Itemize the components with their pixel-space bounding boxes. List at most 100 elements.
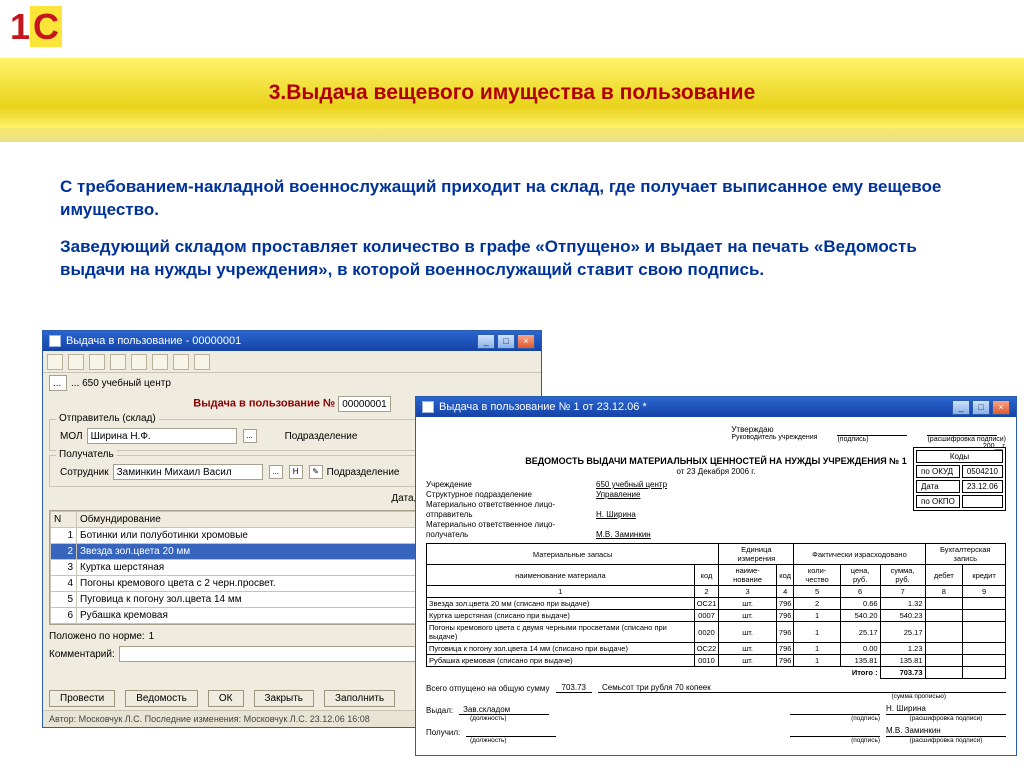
mol-label: МОЛ [60, 431, 83, 442]
toolbar [43, 351, 541, 373]
role-hint: (должность) [470, 715, 507, 722]
vedomost-button[interactable]: Ведомость [125, 690, 198, 707]
name-line [927, 425, 997, 436]
tool-icon[interactable] [194, 354, 210, 370]
total-num: 703.73 [556, 683, 592, 693]
paragraph-1: С требованием-накладной военнослужащий п… [60, 176, 964, 222]
total-label: Итого : [852, 668, 878, 677]
issued-role: Зав.складом [463, 705, 510, 714]
tool-icon[interactable] [173, 354, 189, 370]
table-row: Куртка шерстяная (списано при выдаче)000… [427, 610, 1006, 622]
signature-line [837, 425, 907, 436]
col-item[interactable]: Обмундирование [77, 512, 474, 528]
close-form-button[interactable]: Закрыть [254, 690, 315, 707]
h-price: цена, руб. [840, 565, 880, 586]
sig-line [790, 726, 880, 737]
h-sum: сумма, руб. [880, 565, 925, 586]
table-row: Звезда зол.цвета 20 мм (списано при выда… [427, 598, 1006, 610]
page-title: 3.Выдача вещевого имущества в пользовани… [269, 81, 756, 105]
total-line-label: Всего отпущено на общую сумму [426, 684, 550, 693]
app-icon [49, 335, 61, 347]
okud-val: 0504210 [962, 465, 1003, 478]
h-qty: коли-чество [794, 565, 840, 586]
fill-button[interactable]: Заполнить [324, 690, 395, 707]
slide-header: 3.Выдача вещевого имущества в пользовани… [0, 58, 1024, 128]
h-code: код [694, 565, 719, 586]
tool-icon[interactable] [68, 354, 84, 370]
employee-field[interactable]: Заминкин Михаил Васил [113, 464, 263, 480]
mol1-v: Н. Ширина [596, 510, 636, 519]
issued-name: Н. Ширина [886, 704, 1006, 715]
logo-1c: 1C [10, 6, 80, 54]
norm-label: Положено по норме: [49, 631, 145, 642]
org-v: 650 учебный центр [596, 480, 667, 489]
codes-box: Коды по ОКУД0504210 Дата23.12.06 по ОКПО [913, 447, 1006, 511]
received-label: Получил: [426, 728, 460, 737]
sig-hint: (подпись) [851, 737, 880, 744]
issued-label: Выдал: [426, 706, 453, 715]
tool-icon[interactable] [131, 354, 147, 370]
received-name: М.В. Заминкин [886, 726, 1006, 737]
date-lbl: Дата [916, 480, 960, 493]
mol2-k: Материально ответственное лицо-получател… [426, 520, 596, 540]
role-line [466, 726, 556, 737]
maximize-button[interactable]: □ [972, 400, 990, 415]
hg-ei: Единица измерения [719, 544, 794, 565]
approve-label: Утверждаю [731, 425, 773, 434]
table-row: Погоны кремового цвета с двумя черными п… [427, 622, 1006, 643]
body-text: С требованием-накладной военнослужащий п… [60, 170, 964, 296]
doc-title-text: Выдача в пользование № [193, 398, 335, 410]
col-n[interactable]: N [51, 512, 77, 528]
ellipsis-button[interactable]: ... [49, 375, 67, 391]
name-hint: (расшифровка подписи) [886, 715, 1006, 722]
lookup-button[interactable]: ... [243, 429, 257, 443]
lookup-button[interactable]: ... [269, 465, 283, 479]
mol-field[interactable]: Ширина Н.Ф. [87, 428, 237, 444]
tool-icon[interactable] [152, 354, 168, 370]
doc-number-field[interactable]: 00000001 [338, 396, 391, 412]
mol1-k: Материально ответственное лицо-отправите… [426, 500, 596, 520]
tool-icon[interactable] [110, 354, 126, 370]
div-k: Структурное подразделение [426, 490, 596, 500]
codes-header: Коды [916, 450, 1003, 463]
ok-button[interactable]: ОК [208, 690, 244, 707]
group-label: Получатель [56, 449, 117, 460]
titlebar[interactable]: Выдача в пользование № 1 от 23.12.06 * _… [416, 397, 1016, 417]
tool-icon[interactable] [89, 354, 105, 370]
h-credit: кредит [963, 565, 1006, 586]
provesti-button[interactable]: Провести [49, 690, 115, 707]
window-title: Выдача в пользование - 00000001 [66, 335, 241, 347]
action-button[interactable]: H [289, 465, 303, 479]
org-k: Учреждение [426, 480, 596, 490]
paragraph-2: Заведующий складом проставляет количеств… [60, 236, 964, 282]
table-row: Пуговица к погону зол.цвета 14 мм (списа… [427, 643, 1006, 655]
subdivision-label-2: Подразделение [327, 467, 400, 478]
action-button[interactable]: ✎ [309, 465, 323, 479]
h-debit: дебет [925, 565, 963, 586]
close-button[interactable]: × [517, 334, 535, 349]
hg-bz: Бухгалтерская запись [925, 544, 1005, 565]
received-row: Получил: М.В. Заминкин [426, 726, 1006, 737]
report-table: Материальные запасы Единица измерения Фа… [426, 543, 1006, 679]
total-words: Семьсот три рубля 70 копеек [598, 683, 1006, 693]
okpo-val [962, 495, 1003, 508]
titlebar[interactable]: Выдача в пользование - 00000001 _ □ × [43, 331, 541, 351]
words-hint: (сумма прописью) [426, 693, 1006, 700]
name-hint: (расшифровка подписи) [927, 436, 1006, 443]
norm-value: 1 [149, 631, 155, 642]
head-label: Руководитель учреждения [731, 434, 817, 441]
close-button[interactable]: × [992, 400, 1010, 415]
report-body: Утверждаю Руководитель учреждения (подпи… [416, 417, 1016, 748]
minimize-button[interactable]: _ [952, 400, 970, 415]
h-uname: наиме-нование [719, 565, 777, 586]
div-v: Управление [596, 490, 640, 499]
mol2-v: М.В. Заминкин [596, 530, 651, 539]
tool-icon[interactable] [47, 354, 63, 370]
maximize-button[interactable]: □ [497, 334, 515, 349]
window-title: Выдача в пользование № 1 от 23.12.06 * [439, 401, 647, 413]
table-row: Рубашка кремовая (списано при выдаче)001… [427, 655, 1006, 667]
role-line: Зав.складом [459, 704, 549, 715]
date-val: 23.12.06 [962, 480, 1003, 493]
total-sum: 703.73 [900, 668, 923, 677]
minimize-button[interactable]: _ [477, 334, 495, 349]
